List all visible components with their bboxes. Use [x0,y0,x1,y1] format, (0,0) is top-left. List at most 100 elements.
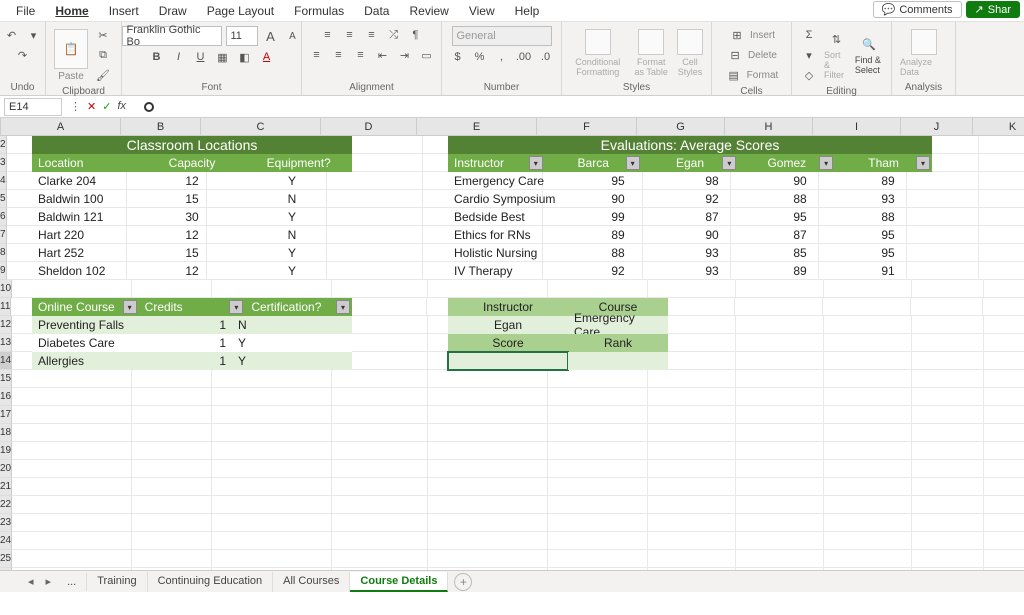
cell-B17[interactable] [132,406,212,424]
cell-J25[interactable] [912,550,984,568]
name-box[interactable] [4,98,62,116]
evals-r3-c1[interactable]: 89 [568,226,668,244]
undo-dropdown[interactable]: ▾ [25,26,43,44]
cell-B25[interactable] [132,550,212,568]
col-header-D[interactable]: D [321,118,417,135]
cell-D16[interactable] [332,388,428,406]
cell-H25[interactable] [736,550,824,568]
cell-K21[interactable] [984,478,1024,496]
find-select-icon[interactable]: 🔍 [860,35,878,53]
cell-D24[interactable] [332,532,428,550]
evals-r3-c2[interactable]: 90 [668,226,756,244]
cell-I24[interactable] [824,532,912,550]
menu-formulas[interactable]: Formulas [284,1,354,21]
evals-r0-c3[interactable]: 90 [756,172,844,190]
cell-K7[interactable] [979,226,1024,244]
cell-F22[interactable] [548,496,648,514]
cell-J22[interactable] [912,496,984,514]
autosum-icon[interactable]: Σ [800,26,818,44]
cell-K2[interactable] [979,136,1024,154]
cell-C10[interactable] [212,280,332,298]
cell-D10[interactable] [332,280,428,298]
cell-A18[interactable] [12,424,132,442]
cell-I13[interactable] [824,334,912,352]
classroom-r0-c1[interactable]: 12 [152,172,232,190]
cell-C19[interactable] [212,442,332,460]
delete-cells-icon[interactable]: ⊟ [726,46,744,64]
cell-K19[interactable] [984,442,1024,460]
cell-J12[interactable] [912,316,984,334]
online-r0-c0[interactable]: Preventing Falls [32,316,152,334]
classroom-r1-c2[interactable]: N [232,190,352,208]
cell-K11[interactable] [983,298,1024,316]
evals-r1-c4[interactable]: 93 [844,190,932,208]
cell-B19[interactable] [132,442,212,460]
cell-E24[interactable] [428,532,548,550]
cell-K23[interactable] [984,514,1024,532]
row-header-13[interactable]: 13 [0,334,12,352]
cell-K14[interactable] [984,352,1024,370]
cell-J24[interactable] [912,532,984,550]
cell-I10[interactable] [824,280,912,298]
cell-A20[interactable] [12,460,132,478]
underline-button[interactable]: U [192,48,210,66]
cell-D22[interactable] [332,496,428,514]
filter-dropdown-icon[interactable]: ▾ [819,156,833,170]
cut-icon[interactable]: ✂ [94,26,112,44]
classroom-r5-c2[interactable]: Y [232,262,352,280]
evals-r4-c0[interactable]: Holistic Nursing [448,244,568,262]
cell-J14[interactable] [912,352,984,370]
menu-draw[interactable]: Draw [149,1,197,21]
cell-J19[interactable] [912,442,984,460]
evals-r1-c3[interactable]: 88 [756,190,844,208]
cell-styles-icon[interactable] [677,29,703,55]
undo-icon[interactable]: ↶ [3,26,21,44]
row-header-12[interactable]: 12 [0,316,12,334]
insert-cells-icon[interactable]: ⊞ [728,26,746,44]
cell-I11[interactable] [823,298,911,316]
cell-F15[interactable] [548,370,648,388]
classroom-r2-c0[interactable]: Baldwin 121 [32,208,152,226]
row-header-15[interactable]: 15 [0,370,12,388]
cell-C21[interactable] [212,478,332,496]
row-header-22[interactable]: 22 [0,496,12,514]
filter-dropdown-icon[interactable]: ▾ [916,156,930,170]
cell-A19[interactable] [12,442,132,460]
cell-A15[interactable] [12,370,132,388]
cell-B15[interactable] [132,370,212,388]
classroom-r5-c1[interactable]: 12 [152,262,232,280]
cell-D19[interactable] [332,442,428,460]
cell-C23[interactable] [212,514,332,532]
cell-I19[interactable] [824,442,912,460]
cell-G21[interactable] [648,478,736,496]
cell-D23[interactable] [332,514,428,532]
cell-C18[interactable] [212,424,332,442]
cell-F23[interactable] [548,514,648,532]
col-header-G[interactable]: G [637,118,725,135]
evals-r2-c4[interactable]: 88 [844,208,932,226]
cell-C24[interactable] [212,532,332,550]
decrease-decimal-icon[interactable]: .0 [537,48,555,66]
classroom-r2-c2[interactable]: Y [232,208,352,226]
analyze-data-icon[interactable] [911,29,937,55]
cell-A22[interactable] [12,496,132,514]
filter-dropdown-icon[interactable]: ▾ [229,300,243,314]
cell-H19[interactable] [736,442,824,460]
lookup-instructor-value[interactable]: Egan [448,316,568,334]
cell-A17[interactable] [12,406,132,424]
evals-r3-c4[interactable]: 95 [844,226,932,244]
menu-home[interactable]: Home [45,1,98,21]
cell-K4[interactable] [979,172,1024,190]
row-header-17[interactable]: 17 [0,406,12,424]
align-middle-icon[interactable]: ≡ [341,26,359,44]
cell-I14[interactable] [824,352,912,370]
bold-button[interactable]: B [148,48,166,66]
cell-B16[interactable] [132,388,212,406]
evals-r2-c2[interactable]: 87 [668,208,756,226]
align-left-icon[interactable]: ≡ [308,46,326,64]
cell-H10[interactable] [736,280,824,298]
evals-r1-c2[interactable]: 92 [668,190,756,208]
online-r2-c2[interactable]: Y [232,352,352,370]
cell-K8[interactable] [979,244,1024,262]
cell-J18[interactable] [912,424,984,442]
